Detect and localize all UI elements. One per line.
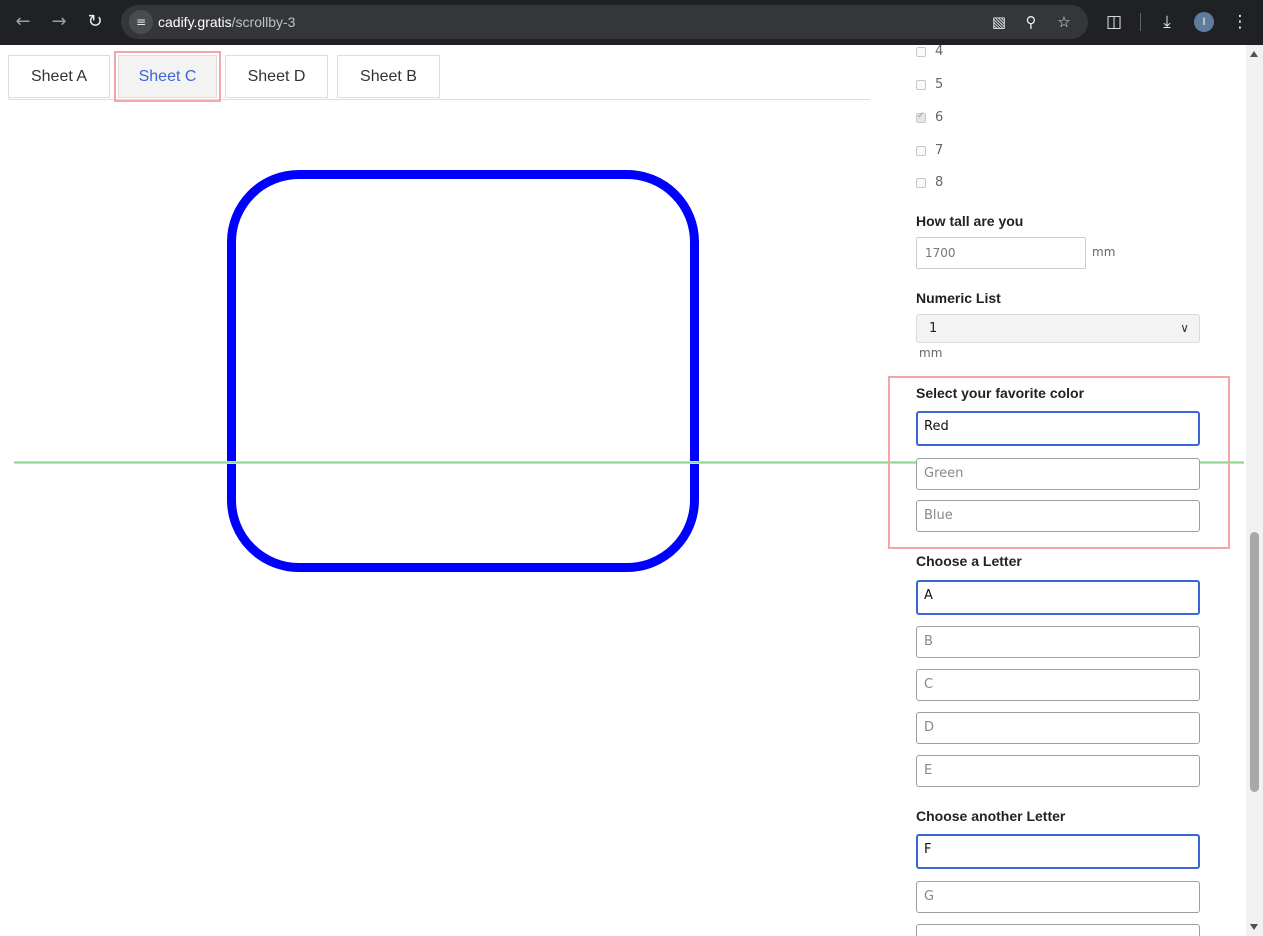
extensions-icon[interactable]: ◫ — [1101, 9, 1127, 35]
checkbox-label: 7 — [935, 143, 944, 158]
back-icon[interactable]: ← — [10, 9, 36, 35]
letter-option-b[interactable]: B — [916, 626, 1200, 658]
height-input[interactable]: 1700 — [916, 237, 1086, 269]
address-bar[interactable]: ≡ cadify.gratis/scrollby-3 ▧ ⚲ ☆ — [121, 5, 1088, 39]
letter-option-partial[interactable] — [916, 924, 1200, 936]
chevron-down-icon: ∨ — [1180, 321, 1189, 335]
letter-option-d[interactable]: D — [916, 712, 1200, 744]
scroll-down-arrow-icon[interactable] — [1250, 924, 1258, 930]
vertical-scrollbar[interactable] — [1246, 45, 1263, 936]
toolbar-divider — [1140, 13, 1141, 31]
reload-icon[interactable]: ↻ — [82, 9, 108, 35]
forward-icon[interactable]: → — [46, 9, 72, 35]
checkbox-label: 8 — [935, 175, 944, 190]
letter-option-a[interactable]: A — [916, 580, 1200, 615]
url-host: cadify.gratis — [158, 14, 232, 30]
checkbox-label: 4 — [935, 45, 944, 59]
page-viewport: Sheet A Sheet C Sheet D Sheet B 4 5 6 7 … — [0, 45, 1263, 936]
tab-sheet-a[interactable]: Sheet A — [8, 55, 110, 98]
numeric-list-label: Numeric List — [916, 290, 1001, 306]
checkbox-box[interactable] — [916, 111, 926, 123]
url-text[interactable]: cadify.gratis/scrollby-3 — [158, 14, 295, 30]
letter-option-f[interactable]: F — [916, 834, 1200, 869]
zoom-icon[interactable]: ⚲ — [1019, 10, 1043, 34]
checkbox-box[interactable] — [916, 146, 926, 156]
translate-icon[interactable]: ▧ — [987, 10, 1011, 34]
scroll-up-arrow-icon[interactable] — [1250, 51, 1258, 57]
download-icon[interactable]: ⤓ — [1154, 9, 1180, 35]
bookmark-star-icon[interactable]: ☆ — [1052, 10, 1076, 34]
checkbox-label: 5 — [935, 77, 944, 92]
checkbox-box[interactable] — [916, 80, 926, 90]
more-menu-icon[interactable]: ⋮ — [1227, 9, 1253, 35]
site-info-icon[interactable]: ≡ — [129, 10, 153, 34]
profile-avatar[interactable]: I — [1194, 12, 1214, 32]
tab-sheet-b[interactable]: Sheet B — [337, 55, 440, 98]
color-option-blue[interactable]: Blue — [916, 500, 1200, 532]
numeric-list-unit: mm — [919, 346, 943, 360]
browser-toolbar: ← → ↻ ≡ cadify.gratis/scrollby-3 ▧ ⚲ ☆ ◫… — [0, 0, 1263, 45]
checkbox-box[interactable] — [916, 178, 926, 188]
numeric-list-select[interactable]: 1 ∨ — [916, 314, 1200, 343]
letter-option-e[interactable]: E — [916, 755, 1200, 787]
letter-option-g[interactable]: G — [916, 881, 1200, 913]
numeric-list-value: 1 — [929, 321, 938, 336]
tab-sheet-d[interactable]: Sheet D — [225, 55, 328, 98]
height-label: How tall are you — [916, 213, 1024, 229]
tab-sheet-c[interactable]: Sheet C — [114, 51, 221, 102]
color-option-green[interactable]: Green — [916, 458, 1200, 490]
letter-label: Choose a Letter — [916, 553, 1022, 569]
sheet-tabs: Sheet A Sheet C Sheet D Sheet B — [8, 51, 870, 102]
height-unit: mm — [1092, 245, 1116, 259]
checkbox-box[interactable] — [916, 47, 926, 57]
color-label: Select your favorite color — [916, 385, 1085, 401]
color-option-red[interactable]: Red — [916, 411, 1200, 446]
rounded-rectangle-shape — [227, 170, 699, 572]
checkbox-label: 6 — [935, 110, 944, 125]
another-letter-label: Choose another Letter — [916, 808, 1066, 824]
letter-option-c[interactable]: C — [916, 669, 1200, 701]
url-path: /scrollby-3 — [231, 14, 296, 30]
scroll-thumb[interactable] — [1250, 532, 1259, 792]
